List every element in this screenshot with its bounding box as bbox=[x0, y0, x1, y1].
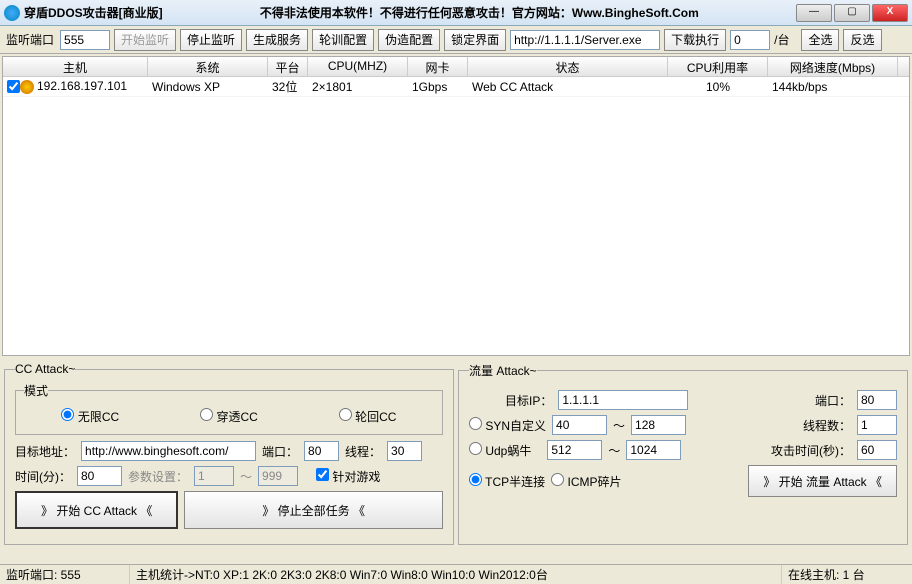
app-icon bbox=[4, 5, 20, 21]
table-cell: 1Gbps bbox=[408, 78, 468, 96]
cc-legend: CC Attack~ bbox=[15, 362, 75, 376]
cc-game-checkbox-label[interactable]: 针对游戏 bbox=[316, 468, 380, 485]
flow-time-label: 攻击时间(秒)： bbox=[771, 442, 851, 459]
mode-rotate-radio[interactable] bbox=[339, 408, 352, 421]
cc-thread-input[interactable] bbox=[387, 441, 422, 461]
flow-icmp-radio[interactable] bbox=[551, 473, 564, 486]
titlebar-warning: 不得非法使用本软件！不得进行任何恶意攻击！官方网站：Www.BingheSoft… bbox=[163, 4, 796, 21]
flow-thread-input[interactable] bbox=[857, 415, 897, 435]
flow-udp2-input[interactable] bbox=[626, 440, 681, 460]
flow-legend: 流量 Attack~ bbox=[469, 362, 537, 379]
column-header[interactable]: 网络速度(Mbps) bbox=[768, 57, 898, 76]
start-listen-button[interactable]: 开始监听 bbox=[114, 29, 176, 51]
mode-unlimited-radio[interactable] bbox=[61, 408, 74, 421]
table-row[interactable]: 192.168.197.101Windows XP32位2×18011GbpsW… bbox=[3, 77, 909, 97]
cc-game-checkbox[interactable] bbox=[316, 468, 329, 481]
flow-tilde1: ～ bbox=[613, 417, 625, 434]
mode-pierce[interactable]: 穿透CC bbox=[200, 408, 258, 425]
flow-udp-radio[interactable] bbox=[469, 442, 482, 455]
toolbar: 监听端口 开始监听 停止监听 生成服务 轮训配置 伪造配置 锁定界面 下载执行 … bbox=[0, 26, 912, 54]
minimize-button[interactable]: — bbox=[796, 4, 832, 22]
column-header[interactable]: 系统 bbox=[148, 57, 268, 76]
fake-config-button[interactable]: 伪造配置 bbox=[378, 29, 440, 51]
table-cell: Web CC Attack bbox=[468, 78, 668, 96]
maximize-button[interactable]: ▢ bbox=[834, 4, 870, 22]
column-header[interactable]: CPU利用率 bbox=[668, 57, 768, 76]
lock-ui-button[interactable]: 锁定界面 bbox=[444, 29, 506, 51]
flow-tcp-label[interactable]: TCP半连接 bbox=[469, 473, 545, 490]
cc-thread-label: 线程： bbox=[345, 443, 381, 460]
flow-port-label: 端口： bbox=[815, 392, 851, 409]
flow-start-button[interactable]: 》 开始 流量 Attack 《 bbox=[748, 465, 897, 497]
cc-target-label: 目标地址： bbox=[15, 443, 75, 460]
cc-attack-group: CC Attack~ 模式 无限CC 穿透CC 轮回CC 目标地址： 端口： 线… bbox=[4, 362, 454, 545]
table-cell: 144kb/bps bbox=[768, 78, 898, 96]
table-header: 主机系统平台CPU(MHZ)网卡状态CPU利用率网络速度(Mbps) bbox=[3, 57, 909, 77]
table-cell: 10% bbox=[668, 78, 768, 96]
flow-syn-label[interactable]: SYN自定义 bbox=[469, 417, 546, 434]
flow-thread-label: 线程数： bbox=[803, 417, 851, 434]
flow-attack-group: 流量 Attack~ 目标IP： 端口： SYN自定义 ～ 线程数： Udp蜗牛… bbox=[458, 362, 908, 545]
gen-service-button[interactable]: 生成服务 bbox=[246, 29, 308, 51]
table-cell: 32位 bbox=[268, 76, 308, 97]
flow-tilde2: ～ bbox=[608, 442, 620, 459]
host-icon bbox=[20, 80, 34, 94]
column-header[interactable]: 网卡 bbox=[408, 57, 468, 76]
count-input[interactable] bbox=[730, 30, 770, 50]
statusbar: 监听端口: 555 主机统计->NT:0 XP:1 2K:0 2K3:0 2K8… bbox=[0, 564, 912, 584]
select-all-button[interactable]: 全选 bbox=[801, 29, 839, 51]
download-exec-button[interactable]: 下载执行 bbox=[664, 29, 726, 51]
flow-port-input[interactable] bbox=[857, 390, 897, 410]
table-cell: 2×1801 bbox=[308, 78, 408, 96]
column-header[interactable]: 平台 bbox=[268, 57, 308, 76]
titlebar: 穿盾DDOS攻击器[商业版] 不得非法使用本软件！不得进行任何恶意攻击！官方网站… bbox=[0, 0, 912, 26]
flow-udp1-input[interactable] bbox=[547, 440, 602, 460]
flow-syn1-input[interactable] bbox=[552, 415, 607, 435]
mode-pierce-radio[interactable] bbox=[200, 408, 213, 421]
url-input[interactable] bbox=[510, 30, 660, 50]
cc-port-input[interactable] bbox=[304, 441, 339, 461]
cc-time-input[interactable] bbox=[77, 466, 122, 486]
cc-target-input[interactable] bbox=[81, 441, 256, 461]
flow-syn2-input[interactable] bbox=[631, 415, 686, 435]
table-cell: Windows XP bbox=[148, 78, 268, 96]
cc-param-label: 参数设置： bbox=[128, 468, 188, 485]
mode-unlimited[interactable]: 无限CC bbox=[61, 408, 119, 425]
count-unit: /台 bbox=[774, 31, 789, 48]
stop-listen-button[interactable]: 停止监听 bbox=[180, 29, 242, 51]
status-online: 在线主机: 1 台 bbox=[782, 565, 912, 584]
cc-param1-input bbox=[194, 466, 234, 486]
flow-ip-input[interactable] bbox=[558, 390, 688, 410]
app-title: 穿盾DDOS攻击器[商业版] bbox=[24, 4, 163, 21]
flow-icmp-label[interactable]: ICMP碎片 bbox=[551, 473, 621, 490]
cc-start-button[interactable]: 》 开始 CC Attack 《 bbox=[15, 491, 178, 529]
cc-mode-legend: 模式 bbox=[24, 382, 48, 399]
column-header[interactable]: 状态 bbox=[468, 57, 668, 76]
cc-stop-button[interactable]: 》 停止全部任务 《 bbox=[184, 491, 443, 529]
flow-tcp-radio[interactable] bbox=[469, 473, 482, 486]
status-port: 监听端口: 555 bbox=[0, 565, 130, 584]
column-header[interactable]: 主机 bbox=[3, 57, 148, 76]
status-stats: 主机统计->NT:0 XP:1 2K:0 2K3:0 2K8:0 Win7:0 … bbox=[130, 565, 782, 584]
close-button[interactable]: X bbox=[872, 4, 908, 22]
cc-mode-group: 模式 无限CC 穿透CC 轮回CC bbox=[15, 382, 443, 435]
cc-tilde: ～ bbox=[240, 468, 252, 485]
mode-rotate[interactable]: 轮回CC bbox=[339, 408, 397, 425]
cc-time-label: 时间(分)： bbox=[15, 468, 71, 485]
flow-syn-radio[interactable] bbox=[469, 417, 482, 430]
flow-ip-label: 目标IP： bbox=[505, 392, 552, 409]
port-label: 监听端口 bbox=[6, 31, 54, 48]
port-input[interactable] bbox=[60, 30, 110, 50]
cc-param2-input bbox=[258, 466, 298, 486]
select-invert-button[interactable]: 反选 bbox=[843, 29, 881, 51]
poll-config-button[interactable]: 轮训配置 bbox=[312, 29, 374, 51]
host-table: 主机系统平台CPU(MHZ)网卡状态CPU利用率网络速度(Mbps) 192.1… bbox=[2, 56, 910, 356]
column-header[interactable]: CPU(MHZ) bbox=[308, 57, 408, 76]
flow-time-input[interactable] bbox=[857, 440, 897, 460]
table-cell: 192.168.197.101 bbox=[3, 77, 148, 96]
flow-udp-label[interactable]: Udp蜗牛 bbox=[469, 442, 531, 459]
row-checkbox[interactable] bbox=[7, 80, 20, 93]
cc-port-label: 端口： bbox=[262, 443, 298, 460]
